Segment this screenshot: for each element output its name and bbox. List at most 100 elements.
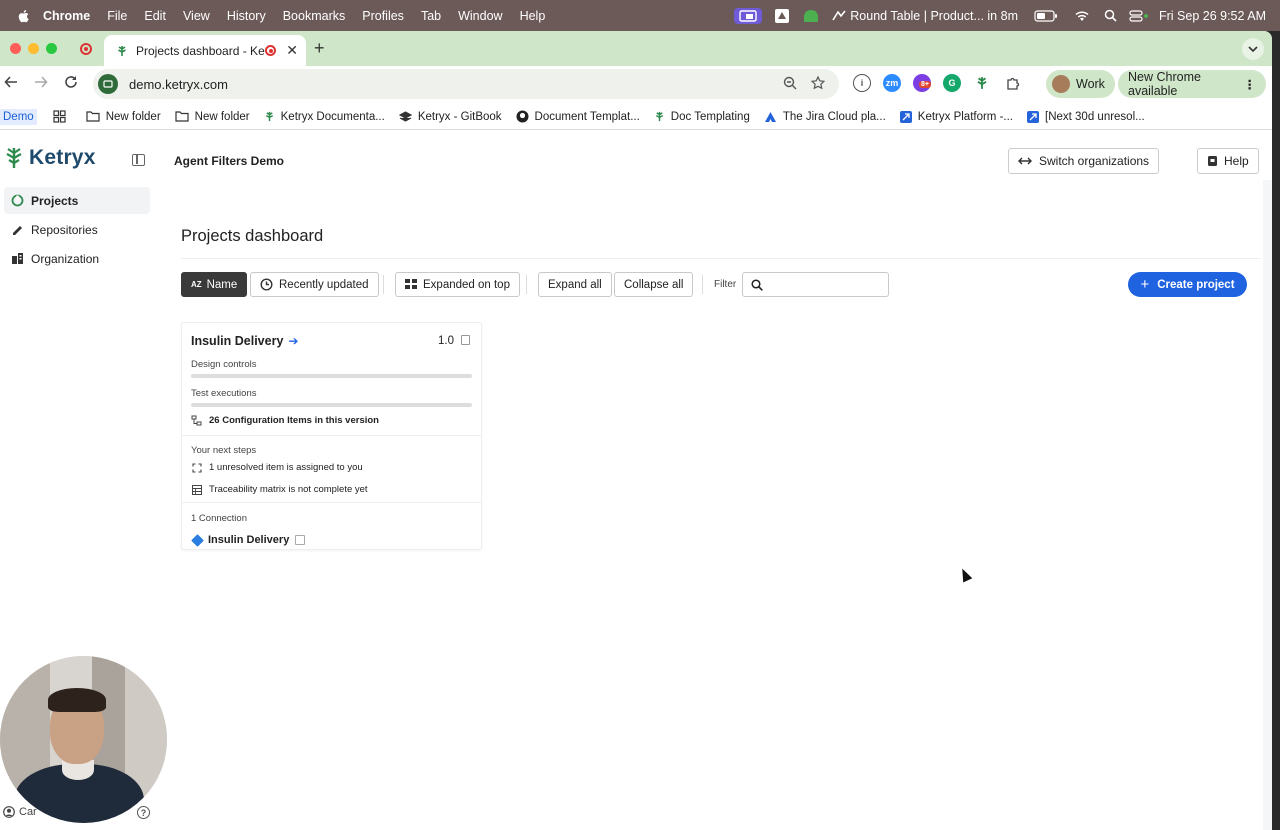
github-icon bbox=[516, 110, 529, 123]
tab-recording-icon bbox=[265, 45, 277, 56]
bookmark-jira-cloud[interactable]: The Jira Cloud pla... bbox=[764, 111, 886, 123]
sidebar-user[interactable]: Car bbox=[3, 806, 37, 818]
apple-icon[interactable] bbox=[17, 9, 31, 23]
minimize-window-button[interactable] bbox=[28, 43, 39, 54]
card-divider bbox=[182, 502, 481, 503]
wifi-icon[interactable] bbox=[1074, 10, 1090, 22]
menu-edit[interactable]: Edit bbox=[144, 9, 166, 23]
control-center-icon[interactable] bbox=[1129, 9, 1149, 22]
menu-profiles[interactable]: Profiles bbox=[362, 9, 404, 23]
apps-grid-icon[interactable] bbox=[53, 110, 66, 123]
zoom-icon[interactable] bbox=[783, 76, 797, 93]
sidebar-item-organization[interactable]: Organization bbox=[4, 245, 150, 272]
project-name-link[interactable]: Insulin Delivery ➔ bbox=[191, 334, 298, 348]
extension-badge-icon[interactable]: 8+ bbox=[913, 74, 931, 92]
focus-frame-icon bbox=[191, 462, 202, 473]
grammarly-icon[interactable]: G bbox=[943, 74, 961, 92]
android-icon[interactable] bbox=[802, 9, 820, 23]
collapse-all-button[interactable]: Collapse all bbox=[614, 272, 694, 297]
version-document-icon[interactable] bbox=[461, 335, 470, 345]
menubar-clock[interactable]: Fri Sep 26 9:52 AM bbox=[1159, 9, 1266, 23]
spotlight-search-icon[interactable] bbox=[1104, 9, 1117, 22]
bookmark-label: Document Templat... bbox=[534, 110, 640, 123]
expand-all-button[interactable]: Expand all bbox=[538, 272, 612, 297]
menu-history[interactable]: History bbox=[227, 9, 266, 23]
filter-field[interactable] bbox=[742, 272, 889, 297]
config-items-row[interactable]: 26 Configuration Items in this version bbox=[191, 415, 379, 426]
forward-arrow-icon[interactable] bbox=[34, 75, 48, 94]
tab-projects-dashboard[interactable]: Projects dashboard - Ketr ✕ bbox=[104, 35, 306, 66]
next-step-traceability[interactable]: Traceability matrix is not complete yet bbox=[191, 484, 368, 495]
ketryx-extension-icon[interactable] bbox=[973, 74, 991, 92]
bookmark-next-30d[interactable]: [Next 30d unresol... bbox=[1027, 110, 1145, 123]
menu-app-name[interactable]: Chrome bbox=[43, 9, 90, 23]
address-bar[interactable]: demo.ketryx.com bbox=[93, 69, 839, 99]
bookmark-doc-templating[interactable]: Doc Templating bbox=[654, 111, 750, 123]
sidebar-item-label: Organization bbox=[31, 251, 100, 266]
bookmark-document-templates[interactable]: Document Templat... bbox=[516, 110, 640, 123]
expanded-on-top-button[interactable]: Expanded on top bbox=[395, 272, 520, 297]
menu-file[interactable]: File bbox=[107, 9, 127, 23]
bookmark-demo[interactable]: Demo bbox=[0, 108, 37, 125]
recording-icon[interactable] bbox=[80, 43, 92, 55]
switch-organizations-button[interactable]: Switch organizations bbox=[1008, 148, 1160, 174]
bookmark-ketryx-platform[interactable]: Ketryx Platform -... bbox=[899, 110, 1013, 123]
expanded-on-top-label: Expanded on top bbox=[423, 278, 510, 291]
help-book-icon bbox=[1207, 155, 1218, 167]
bookmark-label: Ketryx Documenta... bbox=[280, 110, 385, 123]
help-button[interactable]: Help bbox=[1197, 148, 1259, 174]
arrow-right-icon: ➔ bbox=[288, 334, 299, 348]
next-step-unresolved[interactable]: 1 unresolved item is assigned to you bbox=[191, 462, 363, 473]
bookmark-label: New folder bbox=[194, 110, 250, 123]
toolbar-divider bbox=[702, 275, 703, 294]
site-info-icon[interactable] bbox=[98, 74, 118, 94]
tab-search-chevron-icon[interactable] bbox=[1242, 38, 1264, 60]
meeting-reminder[interactable]: Round Table | Product... in 8m bbox=[832, 9, 1018, 23]
extension-1-icon[interactable]: i bbox=[853, 74, 871, 92]
help-question-icon[interactable]: ? bbox=[137, 806, 150, 819]
menu-bookmarks[interactable]: Bookmarks bbox=[283, 9, 346, 23]
bookmark-ketryx-gitbook[interactable]: Ketryx - GitBook bbox=[398, 111, 502, 123]
bookmark-ketryx-documentation[interactable]: Ketryx Documenta... bbox=[264, 111, 385, 123]
back-arrow-icon[interactable] bbox=[4, 75, 18, 94]
menu-window[interactable]: Window bbox=[458, 9, 502, 23]
zoom-extension-icon[interactable]: zm bbox=[883, 74, 901, 92]
config-items-text: 26 Configuration Items in this version bbox=[209, 415, 379, 426]
close-window-button[interactable] bbox=[10, 43, 21, 54]
browser-toolbar: demo.ketryx.com i zm 8+ G Work New Chrom… bbox=[0, 66, 1272, 104]
more-menu-icon[interactable]: ⋮ bbox=[1244, 77, 1257, 92]
filter-input[interactable] bbox=[769, 278, 879, 291]
profile-button[interactable]: Work bbox=[1046, 70, 1115, 98]
new-tab-button[interactable]: + bbox=[314, 38, 325, 59]
extensions-puzzle-icon[interactable] bbox=[1003, 74, 1021, 92]
grid-icon bbox=[405, 279, 417, 290]
ketryx-favicon-icon bbox=[264, 111, 275, 122]
url-text[interactable]: demo.ketryx.com bbox=[129, 77, 783, 92]
sidebar-item-projects[interactable]: Projects bbox=[4, 187, 150, 214]
zoom-window-button[interactable] bbox=[46, 43, 57, 54]
external-link-icon[interactable] bbox=[295, 535, 306, 545]
sidebar-item-label: Projects bbox=[31, 193, 79, 208]
screen-share-icon[interactable] bbox=[734, 7, 763, 24]
sidebar-toggle-icon[interactable] bbox=[132, 154, 145, 166]
create-project-button[interactable]: + Create project bbox=[1128, 272, 1247, 297]
menubar-status-area: Round Table | Product... in 8m Fri Sep 2… bbox=[722, 0, 1280, 31]
menu-tab[interactable]: Tab bbox=[421, 9, 441, 23]
sort-by-name-button[interactable]: A Z Name bbox=[181, 272, 248, 297]
sort-recently-updated-button[interactable]: Recently updated bbox=[250, 272, 379, 297]
menu-help[interactable]: Help bbox=[520, 9, 546, 23]
tab-close-icon[interactable]: ✕ bbox=[286, 42, 298, 59]
bookmark-new-folder-1[interactable]: New folder bbox=[86, 111, 161, 123]
bookmark-star-icon[interactable] bbox=[810, 75, 826, 93]
ketryx-logo-icon bbox=[6, 148, 22, 168]
bookmark-new-folder-2[interactable]: New folder bbox=[175, 111, 250, 123]
project-card[interactable]: Insulin Delivery ➔ 1.0 Design controls T… bbox=[181, 322, 482, 550]
chrome-update-button[interactable]: New Chrome available ⋮ bbox=[1118, 70, 1266, 98]
drive-icon[interactable] bbox=[774, 8, 790, 24]
ketryx-logo[interactable]: Ketryx bbox=[4, 146, 96, 170]
battery-icon[interactable] bbox=[1034, 9, 1058, 22]
sidebar-item-repositories[interactable]: Repositories bbox=[4, 216, 150, 243]
reload-icon[interactable] bbox=[64, 75, 78, 94]
connection-link[interactable]: Insulin Delivery bbox=[191, 533, 306, 547]
menu-view[interactable]: View bbox=[183, 9, 210, 23]
